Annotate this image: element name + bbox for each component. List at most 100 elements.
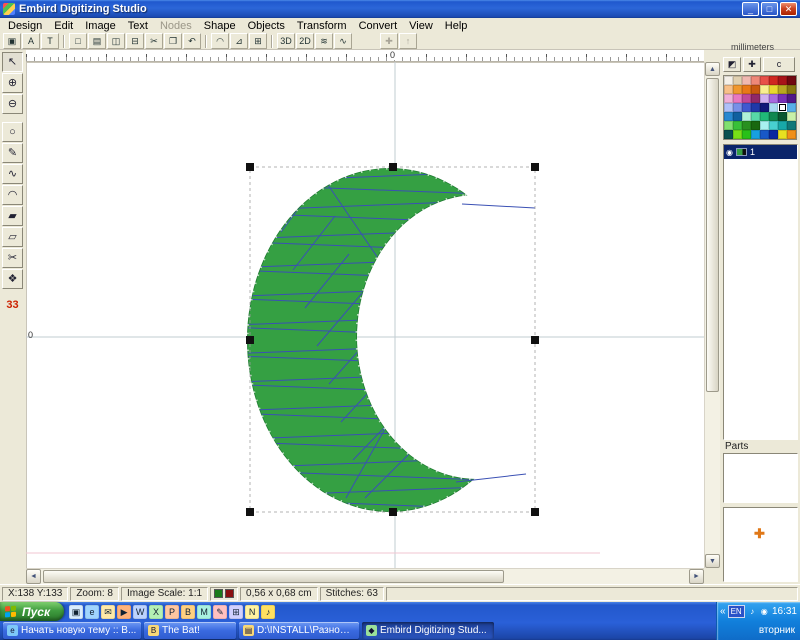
palette-color-9[interactable] (733, 85, 742, 94)
object-list[interactable]: ◉ 1 (723, 144, 798, 440)
lettering-button[interactable]: A (22, 33, 40, 49)
palette-color-40[interactable] (724, 121, 733, 130)
palette-color-32[interactable] (724, 112, 733, 121)
zoom-out-tool[interactable]: ⊖ (2, 94, 23, 114)
palette-color-20[interactable] (760, 94, 769, 103)
start-button[interactable]: Пуск (0, 602, 64, 621)
tray-collapse-icon[interactable]: « (720, 604, 726, 620)
palette-color-52[interactable] (760, 130, 769, 139)
scissors-tool[interactable]: ✂ (2, 248, 23, 268)
palette-color-43[interactable] (751, 121, 760, 130)
taskbar-window-1[interactable]: BThe Bat! (144, 622, 236, 639)
palette-color-5[interactable] (769, 76, 778, 85)
palette-color-45[interactable] (769, 121, 778, 130)
palette-color-25[interactable] (733, 103, 742, 112)
word-quicklaunch-icon[interactable]: W (133, 605, 147, 619)
cut-button[interactable]: ✂ (145, 33, 163, 49)
powerpoint-quicklaunch-icon[interactable]: P (165, 605, 179, 619)
palette-color-7[interactable] (787, 76, 796, 85)
palette-color-17[interactable] (733, 94, 742, 103)
bezier-tool[interactable]: ∿ (2, 164, 23, 184)
node-edit-tool[interactable]: ❖ (2, 269, 23, 289)
scheduler-tray-icon[interactable]: ◉ (759, 606, 770, 617)
palette-color-23[interactable] (787, 94, 796, 103)
fill-tool[interactable]: ▱ (2, 227, 23, 247)
new-design-button[interactable]: □ (69, 33, 87, 49)
menu-item-transform[interactable]: Transform (291, 19, 353, 33)
palette-color-49[interactable] (733, 130, 742, 139)
menu-item-shape[interactable]: Shape (198, 19, 242, 33)
center-origin-button[interactable]: ✚ (380, 33, 398, 49)
arc-tool[interactable]: ◠ (2, 185, 23, 205)
excel-quicklaunch-icon[interactable]: X (149, 605, 163, 619)
curve-tool-button[interactable]: ◠ (211, 33, 229, 49)
the-bat-quicklaunch-icon[interactable]: B (181, 605, 195, 619)
selection-handle-sw[interactable] (246, 508, 254, 516)
messenger-quicklaunch-icon[interactable]: M (197, 605, 211, 619)
save-design-button[interactable]: ◫ (107, 33, 125, 49)
selection-handle-ne[interactable] (531, 163, 539, 171)
copy-button[interactable]: ❐ (164, 33, 182, 49)
notepad-quicklaunch-icon[interactable]: N (245, 605, 259, 619)
palette-color-12[interactable] (760, 85, 769, 94)
palette-color-10[interactable] (742, 85, 751, 94)
ellipse-tool[interactable]: ○ (2, 122, 23, 142)
palette-color-31[interactable] (787, 103, 796, 112)
menu-item-image[interactable]: Image (79, 19, 122, 33)
palette-color-33[interactable] (733, 112, 742, 121)
grid-toggle-button[interactable]: ⊞ (249, 33, 267, 49)
palette-color-24[interactable] (724, 103, 733, 112)
language-indicator[interactable]: EN (728, 605, 745, 618)
volume-tray-icon[interactable]: ♪ (747, 606, 758, 617)
palette-color-42[interactable] (742, 121, 751, 130)
design-canvas[interactable]: 0 (26, 62, 704, 568)
palette-color-41[interactable] (733, 121, 742, 130)
maximize-button[interactable]: □ (761, 2, 778, 16)
title-bar[interactable]: Embird Digitizing Studio _ □ ✕ (0, 0, 800, 18)
palette-color-54[interactable] (778, 130, 787, 139)
stitch-view-button[interactable]: ≋ (315, 33, 333, 49)
internet-explorer-quicklaunch-icon[interactable]: e (85, 605, 99, 619)
undo-button[interactable]: ↶ (183, 33, 201, 49)
palette-color-46[interactable] (778, 121, 787, 130)
paint-quicklaunch-icon[interactable]: ✎ (213, 605, 227, 619)
column-tool[interactable]: ▰ (2, 206, 23, 226)
view-2d-button[interactable]: 2D (296, 33, 314, 49)
palette-color-4[interactable] (760, 76, 769, 85)
palette-mode-button[interactable]: ◩ (723, 57, 741, 72)
palette-color-35[interactable] (751, 112, 760, 121)
close-button[interactable]: ✕ (780, 2, 797, 16)
palette-color-11[interactable] (751, 85, 760, 94)
palette-color-19[interactable] (751, 94, 760, 103)
menu-item-edit[interactable]: Edit (48, 19, 79, 33)
menu-item-convert[interactable]: Convert (353, 19, 404, 33)
palette-color-22[interactable] (778, 94, 787, 103)
palette-color-6[interactable] (778, 76, 787, 85)
palette-color-3[interactable] (751, 76, 760, 85)
selection-handle-se[interactable] (531, 508, 539, 516)
text-mode-button[interactable]: T (41, 33, 59, 49)
palette-color-37[interactable] (769, 112, 778, 121)
palette-color-1[interactable] (733, 76, 742, 85)
selection-handle-e[interactable] (531, 336, 539, 344)
horizontal-scrollbar[interactable]: ◄ ► (26, 568, 704, 584)
vertical-scrollbar[interactable]: ▲ ▼ (704, 62, 720, 568)
taskbar-window-2[interactable]: ▤D:\INSTALL\Разное\Embird (239, 622, 359, 639)
view-3d-button[interactable]: 3D (277, 33, 295, 49)
palette-color-14[interactable] (778, 85, 787, 94)
menu-item-objects[interactable]: Objects (242, 19, 291, 33)
select-tool[interactable]: ↖ (2, 52, 23, 72)
palette-color-16[interactable] (724, 94, 733, 103)
palette-color-48[interactable] (724, 130, 733, 139)
palette-color-26[interactable] (742, 103, 751, 112)
palette-color-39[interactable] (787, 112, 796, 121)
selection-handle-nw[interactable] (246, 163, 254, 171)
scroll-down-button[interactable]: ▼ (705, 554, 720, 568)
print-design-button[interactable]: ⊟ (126, 33, 144, 49)
thread-catalog-button[interactable]: c (763, 57, 795, 72)
selection-handle-w[interactable] (246, 336, 254, 344)
menu-item-help[interactable]: Help (439, 19, 474, 33)
palette-color-28[interactable] (760, 103, 769, 112)
menu-item-nodes[interactable]: Nodes (154, 19, 198, 33)
palette-color-44[interactable] (760, 121, 769, 130)
